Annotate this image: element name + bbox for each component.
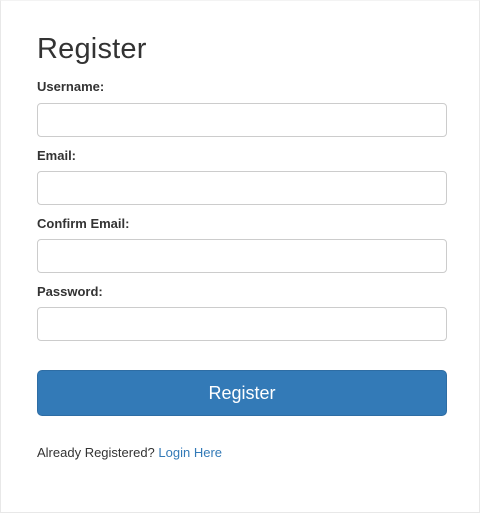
register-form: Register Username: Email: Confirm Email:… xyxy=(37,31,447,341)
already-registered-text: Already Registered? xyxy=(37,445,159,460)
register-panel: Register Username: Email: Confirm Email:… xyxy=(0,0,480,513)
email-input[interactable] xyxy=(37,171,447,205)
confirm-email-input[interactable] xyxy=(37,239,447,273)
email-field-group: Email: xyxy=(37,148,447,205)
login-prompt: Already Registered? Login Here xyxy=(37,445,222,461)
email-label: Email: xyxy=(37,148,77,163)
password-field-group: Password: xyxy=(37,284,447,341)
username-label: Username: xyxy=(37,79,105,94)
register-button[interactable]: Register xyxy=(37,370,447,416)
password-label: Password: xyxy=(37,284,103,299)
username-input[interactable] xyxy=(37,103,447,137)
confirm-email-field-group: Confirm Email: xyxy=(37,216,447,273)
confirm-email-label: Confirm Email: xyxy=(37,216,130,231)
password-input[interactable] xyxy=(37,307,447,341)
login-link[interactable]: Login Here xyxy=(158,445,222,460)
page-title: Register xyxy=(37,33,147,65)
username-field-group: Username: xyxy=(37,79,447,137)
